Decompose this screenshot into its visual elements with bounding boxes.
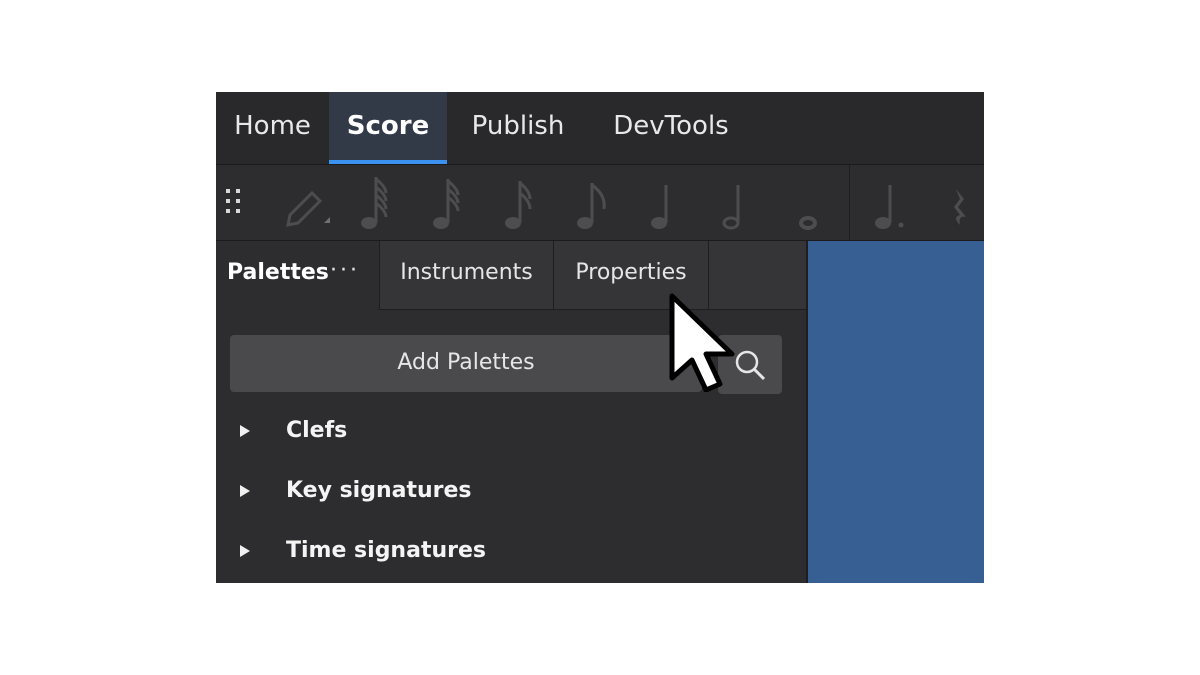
- more-options-icon[interactable]: ···: [330, 241, 360, 310]
- expand-arrow-icon: [240, 485, 250, 497]
- dotted-note-icon[interactable]: [870, 173, 910, 231]
- palette-item-clefs[interactable]: Clefs: [216, 406, 806, 456]
- palette-item-time-signatures[interactable]: Time signatures: [216, 526, 806, 576]
- tab-instruments[interactable]: Instruments: [379, 241, 553, 310]
- score-canvas[interactable]: [808, 241, 984, 583]
- palette-item-label: Time signatures: [286, 538, 486, 563]
- search-icon: [735, 350, 766, 381]
- 32nd-note-icon[interactable]: [428, 173, 468, 231]
- 64th-note-icon[interactable]: [356, 173, 396, 231]
- toolbar-separator: [849, 165, 850, 240]
- tab-palettes[interactable]: Palettes: [227, 241, 329, 310]
- half-note-icon[interactable]: [720, 173, 750, 231]
- rest-icon[interactable]: [946, 173, 976, 231]
- panel-tab-bar: Palettes ··· Instruments Properties: [216, 241, 808, 310]
- tab-properties[interactable]: Properties: [553, 241, 708, 310]
- palette-item-key-signatures[interactable]: Key signatures: [216, 466, 806, 516]
- eighth-note-icon[interactable]: [572, 173, 612, 231]
- quarter-note-icon[interactable]: [648, 173, 678, 231]
- tab-devtools[interactable]: DevTools: [596, 92, 746, 164]
- app-window: Home Score Publish DevTools Palettes ···…: [216, 92, 984, 583]
- pencil-icon[interactable]: [282, 173, 336, 231]
- drag-handle-icon[interactable]: [224, 187, 246, 245]
- tab-publish[interactable]: Publish: [452, 92, 584, 164]
- palette-item-label: Key signatures: [286, 478, 472, 503]
- note-input-toolbar: [216, 165, 984, 241]
- add-palettes-button[interactable]: Add Palettes: [230, 335, 702, 392]
- top-tab-bar: Home Score Publish DevTools: [216, 92, 984, 165]
- whole-note-icon[interactable]: [796, 173, 826, 231]
- empty-tab-slot: [708, 241, 808, 310]
- 16th-note-icon[interactable]: [500, 173, 540, 231]
- palette-item-label: Clefs: [286, 418, 348, 443]
- tab-score[interactable]: Score: [329, 92, 447, 164]
- expand-arrow-icon: [240, 545, 250, 557]
- tab-home[interactable]: Home: [216, 92, 329, 164]
- expand-arrow-icon: [240, 425, 250, 437]
- palette-search-button[interactable]: [718, 335, 782, 394]
